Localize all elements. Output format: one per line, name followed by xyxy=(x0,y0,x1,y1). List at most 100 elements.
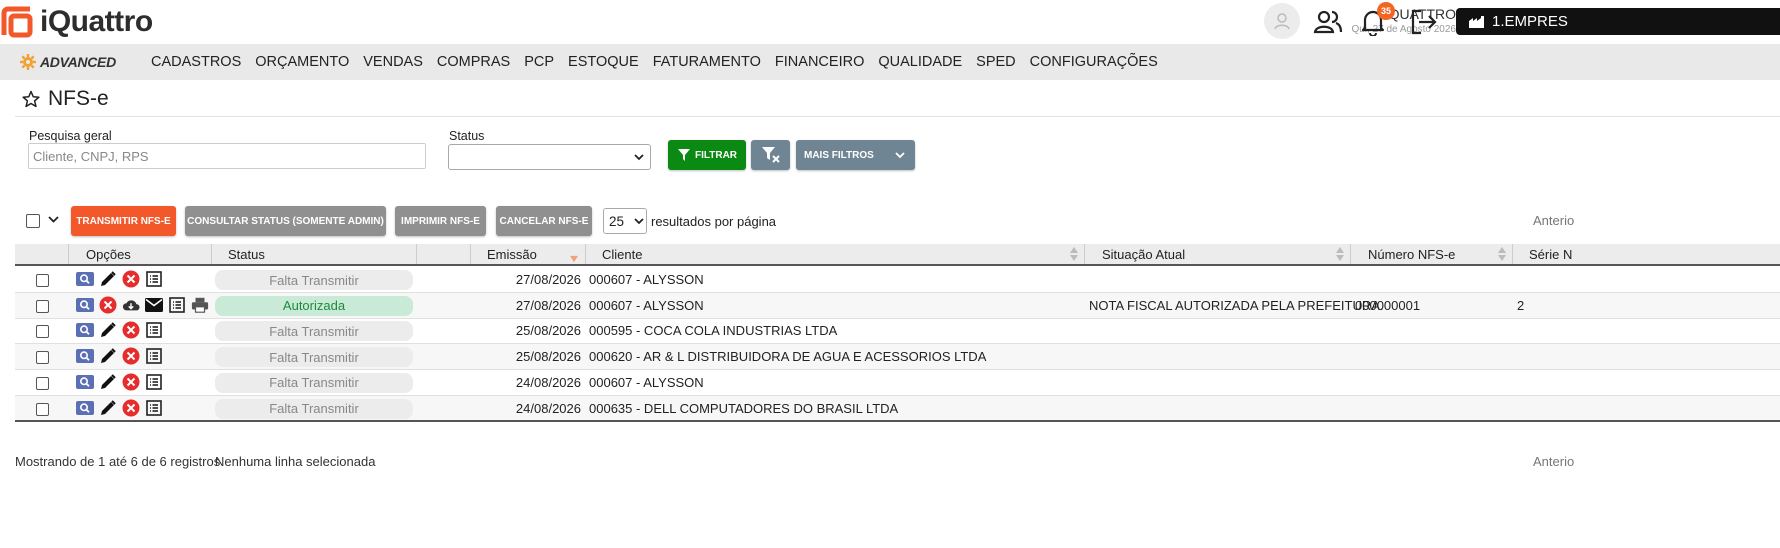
table-row[interactable]: Falta Transmitir 27/08/2026 000607 - ALYSS… xyxy=(15,267,1780,293)
emission-date: 25/08/2026 xyxy=(515,349,581,365)
per-page-label: resultados por página xyxy=(651,214,777,229)
row-checkbox[interactable] xyxy=(36,402,49,416)
nav-item-configuracoes[interactable]: CONFIGURAÇÕES xyxy=(1030,54,1158,70)
row-checkbox[interactable] xyxy=(36,351,49,365)
filter-button[interactable]: FILTRAR xyxy=(668,140,746,170)
table-row[interactable]: Autorizada 27/08/2026 000607 - ALYSSON NOTA… xyxy=(15,292,1780,319)
print-button[interactable]: IMPRIMIR NFS-E xyxy=(395,206,486,236)
nav-item-qualidade[interactable]: QUALIDADE xyxy=(878,54,962,70)
nav-item-orcamento[interactable]: ORÇAMENTO xyxy=(255,54,349,70)
column-header-numero[interactable]: Número NFS-e xyxy=(1368,244,1455,264)
cancel-icon[interactable] xyxy=(99,296,117,314)
edit-icon[interactable] xyxy=(99,373,117,391)
chevron-down-icon xyxy=(634,217,644,224)
column-header-cliente[interactable]: Cliente xyxy=(602,244,642,264)
row-checkbox[interactable] xyxy=(36,325,49,339)
nav-item-sped[interactable]: SPED xyxy=(976,54,1016,70)
sort-desc-icon[interactable] xyxy=(570,252,578,266)
table-row[interactable]: Falta Transmitir 24/08/2026 000607 - ALYSS… xyxy=(15,370,1780,396)
column-header-status[interactable]: Status xyxy=(228,244,265,264)
user-silhouette-icon xyxy=(1274,13,1290,30)
view-icon[interactable] xyxy=(76,373,94,391)
logout-icon[interactable] xyxy=(1408,6,1440,38)
clear-filters-button[interactable] xyxy=(751,140,790,170)
nav-brand[interactable]: ADVANCED xyxy=(19,53,116,71)
client-name: 000620 - AR & L DISTRIBUIDORA DE AGUA E … xyxy=(589,349,987,365)
table-row[interactable]: Falta Transmitir 24/08/2026 000635 - DELL … xyxy=(15,395,1780,422)
column-header-serie[interactable]: Série N xyxy=(1529,244,1572,264)
nav-item-compras[interactable]: COMPRAS xyxy=(437,54,510,70)
sort-icon[interactable] xyxy=(1498,247,1506,261)
consult-status-button[interactable]: CONSULTAR STATUS (SOMENTE ADMIN) xyxy=(185,206,386,236)
row-options xyxy=(76,296,209,314)
edit-icon[interactable] xyxy=(99,399,117,417)
users-icon[interactable] xyxy=(1312,6,1344,38)
download-icon[interactable] xyxy=(122,296,140,314)
email-icon[interactable] xyxy=(145,296,163,314)
view-icon[interactable] xyxy=(76,399,94,417)
column-separator xyxy=(68,244,69,264)
filter-button-label: FILTRAR xyxy=(694,149,738,161)
row-checkbox[interactable] xyxy=(36,299,49,313)
view-icon[interactable] xyxy=(76,270,94,288)
chevron-down-icon xyxy=(634,153,644,160)
star-icon[interactable] xyxy=(22,90,40,108)
cancel-icon[interactable] xyxy=(122,373,140,391)
nav-item-pcp[interactable]: PCP xyxy=(524,54,554,70)
transmit-button[interactable]: TRANSMITIR NFS-E xyxy=(71,206,176,236)
list-icon[interactable] xyxy=(168,296,186,314)
chevron-down-icon[interactable] xyxy=(48,216,59,224)
sort-icon[interactable] xyxy=(1070,247,1078,261)
view-icon[interactable] xyxy=(76,296,94,314)
more-filters-button[interactable]: MAIS FILTROS xyxy=(796,140,915,170)
edit-icon[interactable] xyxy=(99,321,117,339)
cancel-icon[interactable] xyxy=(122,321,140,339)
view-icon[interactable] xyxy=(76,321,94,339)
nav-item-financeiro[interactable]: FINANCEIRO xyxy=(775,54,864,70)
previous-page-link-bottom[interactable]: Anterio xyxy=(1533,454,1574,469)
table-row[interactable]: Falta Transmitir 25/08/2026 000595 - COCA … xyxy=(15,318,1780,345)
company-label: 1.EMPRES xyxy=(1492,13,1568,30)
logo-text: iQuattro xyxy=(40,5,153,38)
nav-item-estoque[interactable]: ESTOQUE xyxy=(568,54,639,70)
nav-item-cadastros[interactable]: CADASTROS xyxy=(151,54,241,70)
column-separator xyxy=(211,244,212,264)
edit-icon[interactable] xyxy=(99,270,117,288)
list-icon[interactable] xyxy=(145,373,163,391)
emission-date: 27/08/2026 xyxy=(515,272,581,287)
nav-item-faturamento[interactable]: FATURAMENTO xyxy=(653,54,761,70)
cancel-icon[interactable] xyxy=(122,347,140,365)
view-icon[interactable] xyxy=(76,347,94,365)
table-row[interactable]: Falta Transmitir 25/08/2026 000620 - AR & … xyxy=(15,344,1780,371)
avatar[interactable] xyxy=(1264,3,1300,39)
list-icon[interactable] xyxy=(145,347,163,365)
sort-icon[interactable] xyxy=(1336,247,1344,261)
list-icon[interactable] xyxy=(145,270,163,288)
per-page-select[interactable]: 25 xyxy=(603,208,647,234)
app-logo[interactable]: iQuattro xyxy=(0,4,153,40)
clear-filter-icon xyxy=(761,147,780,163)
cancel-icon[interactable] xyxy=(122,270,140,288)
row-checkbox[interactable] xyxy=(36,274,49,287)
nav-item-vendas[interactable]: VENDAS xyxy=(363,54,423,70)
status-select[interactable] xyxy=(448,144,651,170)
company-button[interactable]: 1.EMPRES xyxy=(1456,8,1780,35)
column-header-situacao[interactable]: Situação Atual xyxy=(1102,244,1185,264)
search-input[interactable] xyxy=(28,143,426,169)
print-icon[interactable] xyxy=(191,296,209,314)
column-header-emissao[interactable]: Emissão xyxy=(487,244,537,264)
factory-icon xyxy=(1469,15,1484,28)
edit-icon[interactable] xyxy=(99,347,117,365)
list-icon[interactable] xyxy=(145,399,163,417)
search-label: Pesquisa geral xyxy=(29,129,112,143)
cancel-nfse-button[interactable]: CANCELAR NFS-E xyxy=(496,206,592,236)
list-icon[interactable] xyxy=(145,321,163,339)
row-checkbox[interactable] xyxy=(36,376,49,390)
emission-date: 27/08/2026 xyxy=(515,297,581,313)
page-title: NFS-e xyxy=(22,87,109,111)
previous-page-link[interactable]: Anterio xyxy=(1533,213,1574,228)
cancel-icon[interactable] xyxy=(122,399,140,417)
column-separator xyxy=(1084,244,1085,264)
records-info: Mostrando de 1 até 6 de 6 registros xyxy=(15,454,221,469)
select-all-checkbox[interactable] xyxy=(26,214,40,228)
